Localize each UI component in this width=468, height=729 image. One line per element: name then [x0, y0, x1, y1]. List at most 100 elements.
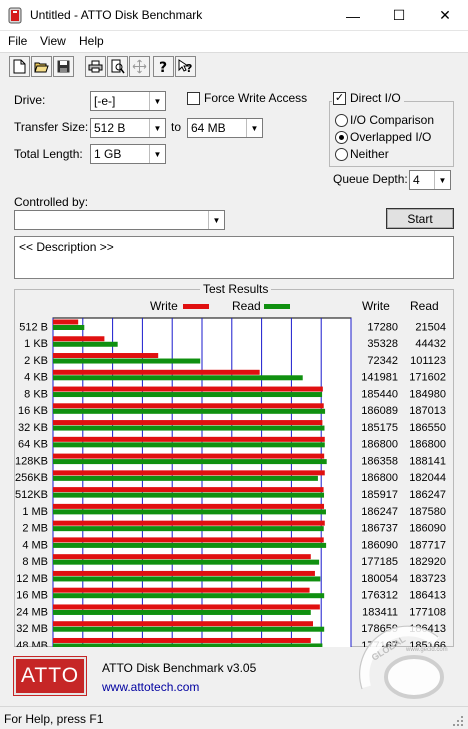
- write-value: 186800: [361, 439, 398, 451]
- help-icon: ?: [159, 60, 167, 74]
- read-bar: [53, 542, 327, 548]
- category-label: 2 KB: [24, 355, 48, 367]
- print-preview-button[interactable]: [107, 56, 128, 77]
- resize-grip-icon[interactable]: [452, 715, 464, 727]
- read-value: 171602: [409, 372, 446, 384]
- direct-io-checkbox[interactable]: ✓: [333, 92, 346, 105]
- category-label: 128KB: [15, 455, 48, 467]
- open-folder-icon: [34, 62, 49, 73]
- write-value: 186737: [361, 523, 398, 535]
- context-help-button[interactable]: ?: [175, 56, 196, 77]
- category-label: 4 MB: [22, 539, 48, 551]
- write-bar: [53, 570, 315, 576]
- help-button[interactable]: ?: [153, 56, 174, 77]
- write-value: 180054: [361, 573, 398, 585]
- neither-radio[interactable]: [335, 148, 348, 161]
- category-label: 8 KB: [24, 388, 48, 400]
- drive-select[interactable]: [-e-] ▼: [90, 91, 166, 111]
- total-length-label: Total Length:: [14, 147, 83, 161]
- category-label: 16 KB: [18, 405, 48, 417]
- read-value: 186800: [409, 439, 446, 451]
- read-value: 182044: [409, 472, 446, 484]
- category-label: 512 B: [19, 321, 48, 333]
- force-write-checkbox[interactable]: [187, 92, 200, 105]
- read-value: 186413: [409, 590, 446, 602]
- write-bar: [53, 369, 260, 375]
- write-bar: [53, 353, 159, 359]
- write-value: 183411: [362, 606, 398, 618]
- to-label: to: [171, 120, 182, 134]
- status-text: For Help, press F1: [4, 712, 104, 726]
- overlapped-io-radio[interactable]: [335, 131, 348, 144]
- write-value: 72342: [367, 355, 398, 367]
- category-label: 2 MB: [22, 523, 48, 535]
- read-bar: [53, 459, 327, 465]
- menu-help[interactable]: Help: [79, 34, 104, 48]
- read-bar: [53, 408, 326, 414]
- status-bar: For Help, press F1: [0, 706, 468, 729]
- write-bar: [53, 420, 323, 426]
- open-button[interactable]: [31, 56, 52, 77]
- context-help-icon: ?: [178, 59, 192, 74]
- io-comparison-radio[interactable]: [335, 114, 348, 127]
- print-button[interactable]: [85, 56, 106, 77]
- write-value: 17280: [367, 321, 398, 333]
- write-bar: [53, 520, 325, 526]
- new-button[interactable]: [9, 56, 30, 77]
- read-bar: [53, 626, 325, 632]
- save-button[interactable]: [53, 56, 74, 77]
- column-read-header: Read: [410, 299, 439, 313]
- write-value: 176312: [361, 590, 398, 602]
- print-icon: [88, 60, 103, 73]
- write-bar: [53, 487, 324, 493]
- legend-read-label: Read: [232, 299, 261, 313]
- start-label: Start: [407, 211, 433, 226]
- category-label: 4 KB: [24, 372, 48, 384]
- category-label: 256KB: [15, 472, 48, 484]
- write-bar: [53, 403, 324, 409]
- category-label: 8 MB: [22, 556, 48, 568]
- logo-text: ATTO: [20, 664, 80, 687]
- controlled-by-select[interactable]: ▼: [14, 210, 225, 230]
- chevron-down-icon: ▼: [149, 145, 165, 163]
- website-link[interactable]: www.attotech.com: [102, 680, 199, 694]
- menu-file[interactable]: File: [8, 34, 27, 48]
- transfer-to-select[interactable]: 64 MB ▼: [187, 118, 263, 138]
- read-bar: [53, 475, 318, 481]
- description-field[interactable]: << Description >>: [14, 236, 454, 279]
- minimize-button[interactable]: —: [330, 0, 376, 31]
- category-label: 32 MB: [16, 623, 48, 635]
- menu-bar: File View Help: [0, 31, 468, 52]
- start-button[interactable]: Start: [386, 208, 454, 229]
- menu-view[interactable]: View: [40, 34, 66, 48]
- app-icon: [8, 7, 22, 24]
- transfer-to-value: 64 MB: [191, 121, 226, 135]
- queue-depth-select[interactable]: 4 ▼: [409, 170, 451, 190]
- chevron-down-icon: ▼: [434, 171, 450, 189]
- read-bar: [53, 509, 326, 515]
- write-value: 185440: [361, 388, 398, 400]
- total-length-select[interactable]: 1 GB ▼: [90, 144, 166, 164]
- save-icon: [57, 60, 70, 73]
- watermark-url: www.gecid.com: [405, 647, 448, 653]
- read-value: 188141: [409, 455, 446, 467]
- read-bar: [53, 442, 325, 448]
- write-value: 186358: [361, 455, 398, 467]
- write-value: 186090: [361, 539, 398, 551]
- category-label: 32 KB: [18, 422, 48, 434]
- chevron-down-icon: ▼: [149, 119, 165, 137]
- read-bar: [53, 643, 323, 647]
- write-bar: [53, 453, 325, 459]
- transfer-from-select[interactable]: 512 B ▼: [90, 118, 166, 138]
- write-value: 186089: [361, 405, 398, 417]
- write-bar: [53, 503, 325, 509]
- write-bar: [53, 470, 325, 476]
- write-bar: [53, 537, 324, 543]
- read-bar: [53, 341, 118, 347]
- maximize-button[interactable]: ☐: [376, 0, 422, 31]
- close-button[interactable]: ✕: [422, 0, 468, 31]
- read-value: 177108: [409, 606, 446, 618]
- move-button[interactable]: [129, 56, 150, 77]
- category-label: 48 MB: [16, 640, 48, 647]
- write-bar: [53, 436, 325, 442]
